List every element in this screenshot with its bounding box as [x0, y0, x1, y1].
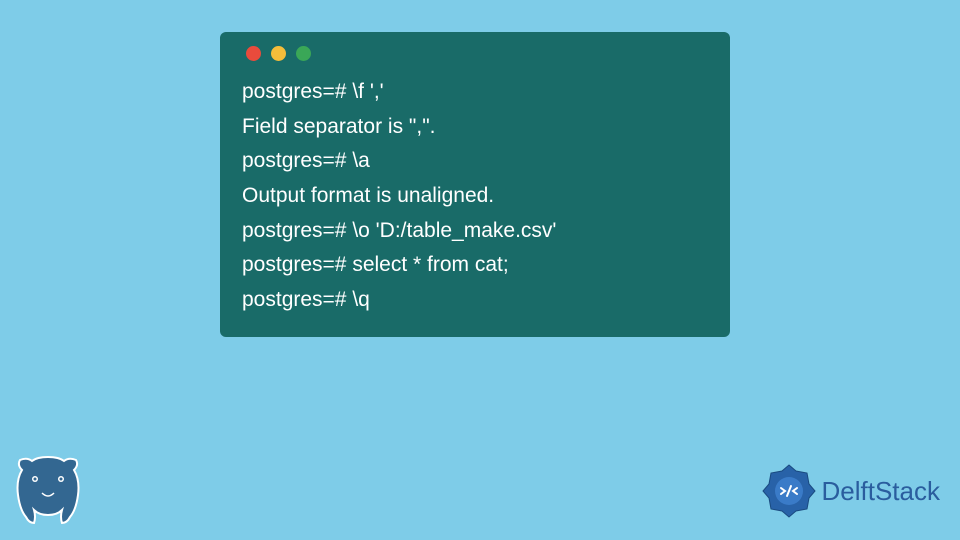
delftstack-branding: DelftStack [760, 462, 941, 520]
close-icon [246, 46, 261, 61]
window-controls [246, 46, 708, 61]
terminal-line: postgres=# \q [242, 283, 708, 318]
terminal-line: postgres=# select * from cat; [242, 248, 708, 283]
terminal-line: postgres=# \o 'D:/table_make.csv' [242, 214, 708, 249]
postgresql-logo-icon [12, 455, 84, 530]
maximize-icon [296, 46, 311, 61]
terminal-window: postgres=# \f ',' Field separator is ","… [220, 32, 730, 337]
terminal-line: postgres=# \f ',' [242, 75, 708, 110]
terminal-line: Field separator is ",". [242, 110, 708, 145]
minimize-icon [271, 46, 286, 61]
terminal-line: Output format is unaligned. [242, 179, 708, 214]
terminal-line: postgres=# \a [242, 144, 708, 179]
delftstack-logo-icon [760, 462, 818, 520]
delftstack-name: DelftStack [822, 476, 941, 507]
